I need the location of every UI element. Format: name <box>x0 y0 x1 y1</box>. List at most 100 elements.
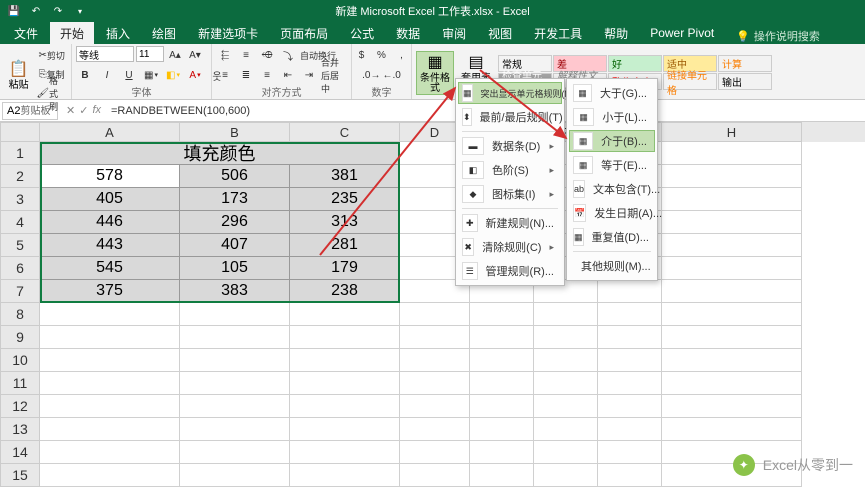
cells-area[interactable]: 1填充颜色25785063813405173235444629631354434… <box>0 142 865 487</box>
menu-between[interactable]: ▦介于(B)... <box>569 130 655 152</box>
cell[interactable]: 381 <box>290 165 400 188</box>
cell[interactable] <box>290 441 400 464</box>
merge-center-button[interactable]: 合并后居中 <box>321 66 347 84</box>
row-header[interactable]: 10 <box>0 349 40 372</box>
tab-data[interactable]: 数据 <box>386 22 430 44</box>
cell[interactable] <box>180 303 290 326</box>
menu-other-rules[interactable]: 其他规则(M)... <box>569 254 655 278</box>
cell[interactable] <box>400 418 470 441</box>
cell[interactable] <box>180 441 290 464</box>
cell[interactable] <box>40 303 180 326</box>
cell[interactable] <box>470 349 534 372</box>
tab-dev[interactable]: 开发工具 <box>524 22 592 44</box>
cell[interactable] <box>662 349 802 372</box>
cell[interactable] <box>598 441 662 464</box>
cell[interactable] <box>40 395 180 418</box>
cell[interactable]: 179 <box>290 257 400 280</box>
col-header-H[interactable]: H <box>662 122 802 142</box>
row-header[interactable]: 1 <box>0 142 40 165</box>
col-header-C[interactable]: C <box>290 122 400 142</box>
align-middle-icon[interactable]: ≡ <box>237 46 255 64</box>
cell[interactable]: 281 <box>290 234 400 257</box>
cell[interactable]: 173 <box>180 188 290 211</box>
cell[interactable] <box>400 349 470 372</box>
dec-decimal-icon[interactable]: ←.0 <box>383 66 401 84</box>
cell[interactable] <box>470 464 534 487</box>
cell[interactable] <box>534 418 598 441</box>
tab-view[interactable]: 视图 <box>478 22 522 44</box>
cell[interactable] <box>598 326 662 349</box>
row-header[interactable]: 8 <box>0 303 40 326</box>
cell[interactable] <box>180 395 290 418</box>
border-icon[interactable]: ▦▾ <box>142 66 160 84</box>
cell[interactable]: 578 <box>40 165 180 188</box>
tell-me-search[interactable]: 💡 操作说明搜索 <box>736 28 820 44</box>
cell[interactable] <box>598 372 662 395</box>
row-header[interactable]: 11 <box>0 372 40 395</box>
cancel-formula-icon[interactable]: ✕ <box>66 104 75 117</box>
row-header[interactable]: 2 <box>0 165 40 188</box>
italic-button[interactable]: I <box>98 66 116 84</box>
row-header[interactable]: 3 <box>0 188 40 211</box>
menu-data-bars[interactable]: ▬数据条(D)▸ <box>458 134 562 158</box>
tab-powerpivot[interactable]: Power Pivot <box>640 22 724 44</box>
cell[interactable]: 446 <box>40 211 180 234</box>
comma-icon[interactable]: , <box>393 46 411 64</box>
menu-highlight-rules[interactable]: ▦突出显示单元格规则(H)▸ <box>458 82 562 104</box>
align-bottom-icon[interactable]: ⬲ <box>258 46 276 64</box>
tab-newtab[interactable]: 新建选项卡 <box>188 22 268 44</box>
menu-equal-to[interactable]: ▦等于(E)... <box>569 153 655 177</box>
style-calc[interactable]: 计算 <box>718 55 772 72</box>
cell[interactable] <box>40 464 180 487</box>
cell[interactable] <box>40 326 180 349</box>
redo-icon[interactable]: ↷ <box>50 3 66 19</box>
style-link[interactable]: 链接单元格 <box>663 73 717 90</box>
select-all-corner[interactable] <box>0 122 40 142</box>
cell[interactable] <box>400 372 470 395</box>
font-name-select[interactable] <box>76 46 134 62</box>
cell[interactable] <box>290 326 400 349</box>
cell[interactable] <box>598 418 662 441</box>
tab-help[interactable]: 帮助 <box>594 22 638 44</box>
style-output[interactable]: 输出 <box>718 73 772 90</box>
align-left-icon[interactable]: ≡ <box>216 66 234 84</box>
cell[interactable] <box>534 395 598 418</box>
underline-button[interactable]: U <box>120 66 138 84</box>
indent-inc-icon[interactable]: ⇥ <box>300 66 318 84</box>
paste-button[interactable]: 📋 粘贴 <box>4 52 33 96</box>
cell[interactable]: 407 <box>180 234 290 257</box>
row-header[interactable]: 14 <box>0 441 40 464</box>
cell[interactable]: 443 <box>40 234 180 257</box>
cell[interactable] <box>662 418 802 441</box>
row-header[interactable]: 7 <box>0 280 40 303</box>
cell[interactable]: 238 <box>290 280 400 303</box>
cell[interactable] <box>290 372 400 395</box>
cell[interactable] <box>290 464 400 487</box>
cell[interactable] <box>662 303 802 326</box>
cell[interactable] <box>290 395 400 418</box>
cell[interactable] <box>40 418 180 441</box>
row-header[interactable]: 15 <box>0 464 40 487</box>
cell[interactable] <box>662 142 802 165</box>
cell[interactable] <box>598 395 662 418</box>
cell[interactable] <box>470 418 534 441</box>
menu-text-contains[interactable]: ab文本包含(T)... <box>569 177 655 201</box>
cell[interactable] <box>534 464 598 487</box>
conditional-format-button[interactable]: ▦ 条件格式 <box>416 51 454 95</box>
accept-formula-icon[interactable]: ✓ <box>79 104 88 117</box>
tab-insert[interactable]: 插入 <box>96 22 140 44</box>
cell[interactable] <box>662 257 802 280</box>
cell[interactable] <box>662 326 802 349</box>
font-color-icon[interactable]: A▾ <box>186 66 204 84</box>
cell[interactable]: 405 <box>40 188 180 211</box>
row-header[interactable]: 9 <box>0 326 40 349</box>
menu-less-than[interactable]: ▦小于(L)... <box>569 105 655 129</box>
row-header[interactable]: 12 <box>0 395 40 418</box>
save-icon[interactable]: 💾 <box>6 3 22 19</box>
cell[interactable] <box>180 464 290 487</box>
cell[interactable] <box>534 303 598 326</box>
cell[interactable] <box>180 326 290 349</box>
style-good[interactable]: 好 <box>608 55 662 72</box>
cell[interactable] <box>180 418 290 441</box>
row-header[interactable]: 4 <box>0 211 40 234</box>
